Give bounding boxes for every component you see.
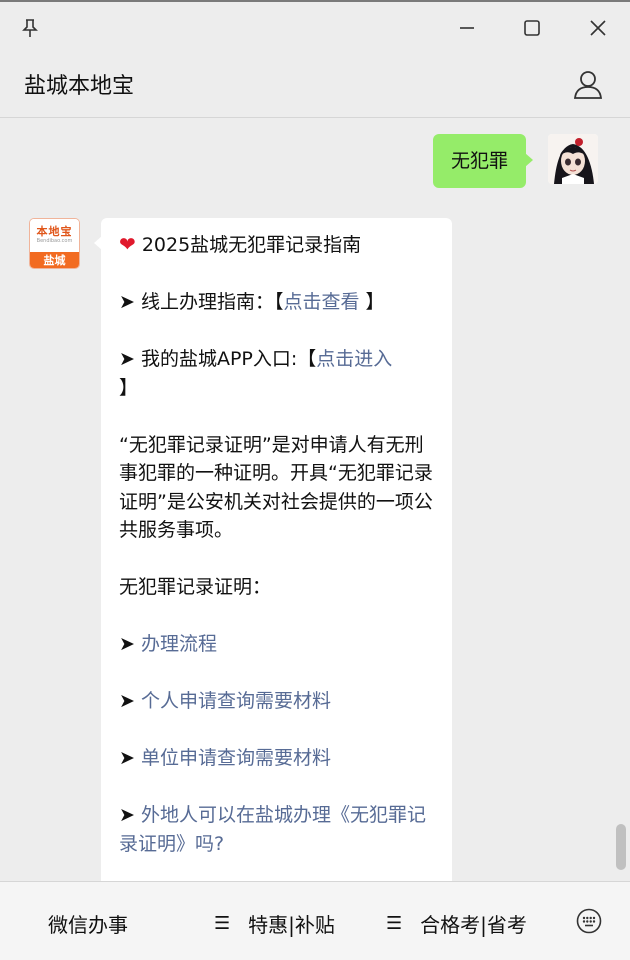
- bot-url-text: Bendibao.com: [36, 238, 73, 244]
- keyboard-icon[interactable]: [576, 908, 602, 934]
- personal-materials-link[interactable]: 个人申请查询需要材料: [141, 690, 331, 712]
- pin-icon[interactable]: [18, 16, 42, 40]
- link-line-personal: ➤ 个人申请查询需要材料: [119, 687, 436, 716]
- app-entry-label: ➤ 我的盐城APP入口:【: [119, 348, 317, 370]
- user-avatar[interactable]: [548, 134, 598, 184]
- chat-scrollbar[interactable]: [616, 824, 626, 870]
- bot-avatar[interactable]: 本地宝 Bendibao.com 盐城: [29, 218, 80, 269]
- menu-exams-label: 合格考|省考: [420, 913, 527, 937]
- user-message: 无犯罪: [432, 134, 598, 188]
- menu-list-icon: ☰: [386, 913, 403, 934]
- online-guide-label: ➤ 线上办理指南：【: [119, 291, 284, 313]
- bot-city-text: 盐城: [30, 252, 79, 268]
- heart-icon: ❤: [119, 232, 136, 256]
- menu-wechat-services[interactable]: 微信办事: [48, 909, 128, 938]
- online-guide-bracket: 】: [359, 291, 385, 313]
- minimize-icon[interactable]: [455, 16, 479, 40]
- app-entry-line: ➤ 我的盐城APP入口:【点击进入: [119, 345, 436, 374]
- app-entry-bracket: 】: [119, 376, 139, 399]
- bot-logo-text: 本地宝: [36, 225, 73, 238]
- arrow-icon: ➤: [119, 747, 141, 769]
- chat-title: 盐城本地宝: [24, 74, 135, 99]
- maximize-icon[interactable]: [520, 16, 544, 40]
- reply-title: 2025盐城无犯罪记录指南: [141, 234, 362, 256]
- chat-area: 无犯罪 本地宝 Bendibao.com 盐城 ❤ 2025盐城无犯罪记录指南 …: [0, 119, 630, 881]
- menu-list-icon: ☰: [214, 913, 231, 934]
- link-line-process: ➤ 办理流程: [119, 630, 436, 659]
- menu-discounts-label: 特惠|补贴: [248, 913, 335, 937]
- bot-message-bubble: ❤ 2025盐城无犯罪记录指南 ➤ 线上办理指南：【点击查看 】 ➤ 我的盐城A…: [94, 218, 452, 881]
- unit-materials-link[interactable]: 单位申请查询需要材料: [141, 747, 331, 769]
- view-link[interactable]: 点击查看: [283, 291, 359, 313]
- close-icon[interactable]: [586, 16, 610, 40]
- menu-wechat-services-label: 微信办事: [48, 913, 128, 937]
- process-link[interactable]: 办理流程: [141, 633, 217, 655]
- online-guide-line: ➤ 线上办理指南：【点击查看 】: [119, 288, 436, 317]
- user-icon[interactable]: [572, 68, 604, 100]
- reply-title-line: ❤ 2025盐城无犯罪记录指南: [119, 230, 436, 260]
- user-message-bubble[interactable]: 无犯罪: [432, 134, 534, 188]
- window-titlebar: [0, 0, 630, 50]
- nonlocal-link[interactable]: 外地人可以在盐城办理《无犯罪记录证明》吗?: [119, 804, 426, 855]
- enter-link[interactable]: 点击进入: [316, 348, 392, 370]
- arrow-icon: ➤: [119, 804, 141, 826]
- menu-discounts-subsidies[interactable]: ☰ 特惠|补贴: [214, 909, 335, 938]
- link-line-nonlocal: ➤ 外地人可以在盐城办理《无犯罪记录证明》吗?: [119, 801, 436, 858]
- bot-avatar-logo: 本地宝 Bendibao.com: [30, 219, 79, 252]
- arrow-icon: ➤: [119, 690, 141, 712]
- section-label: 无犯罪记录证明：: [119, 576, 272, 598]
- link-line-unit: ➤ 单位申请查询需要材料: [119, 744, 436, 773]
- bottom-menu: 微信办事 ☰ 特惠|补贴 ☰ 合格考|省考: [0, 881, 630, 960]
- menu-exams[interactable]: ☰ 合格考|省考: [386, 909, 527, 938]
- chat-header: 盐城本地宝: [0, 50, 630, 118]
- arrow-icon: ➤: [119, 633, 141, 655]
- intro-paragraph: “无犯罪记录证明”是对申请人有无刑事犯罪的一种证明。开具“无犯罪记录证明”是公安…: [119, 433, 433, 542]
